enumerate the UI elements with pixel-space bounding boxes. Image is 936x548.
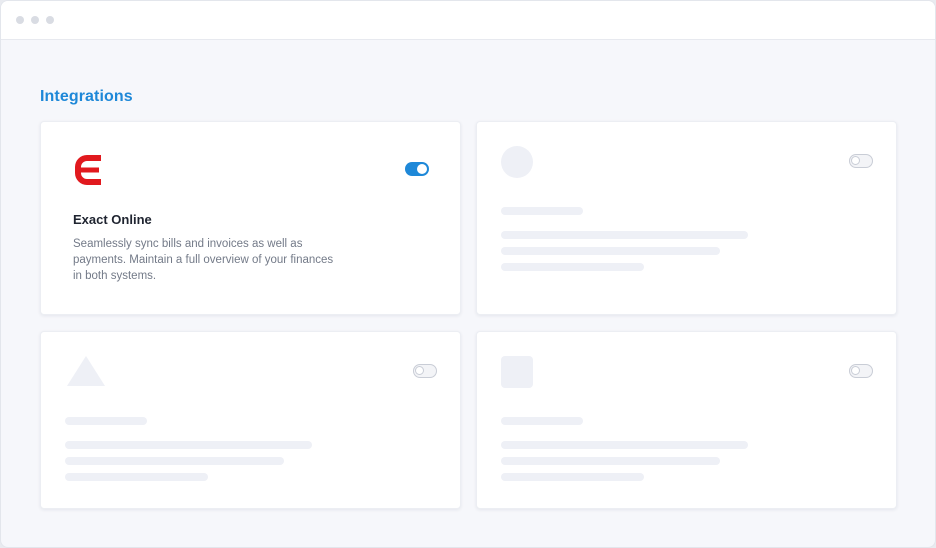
toggle-knob <box>415 366 424 375</box>
toggle-knob <box>851 366 860 375</box>
window-dot-icon <box>46 16 54 24</box>
integration-toggle[interactable] <box>413 364 437 378</box>
window-dot-icon <box>16 16 24 24</box>
skeleton-line <box>501 247 720 255</box>
integration-card-placeholder <box>476 331 897 509</box>
skeleton-line <box>501 457 720 465</box>
skeleton-line <box>65 441 312 449</box>
circle-placeholder-icon <box>501 146 533 178</box>
app-window: Integrations Exact Online Seamlessly syn… <box>0 0 936 548</box>
integration-card-placeholder <box>40 331 461 509</box>
integration-toggle[interactable] <box>849 364 873 378</box>
skeleton-title <box>501 207 583 215</box>
section-title: Integrations <box>40 88 133 105</box>
exact-online-toggle[interactable] <box>405 162 429 176</box>
window-dot-icon <box>31 16 39 24</box>
title-bar <box>1 1 935 40</box>
square-placeholder-icon <box>501 356 533 388</box>
exact-online-logo-icon <box>75 155 101 185</box>
skeleton-line <box>501 473 644 481</box>
skeleton-line <box>501 231 748 239</box>
skeleton-line <box>65 473 208 481</box>
integration-description: Seamlessly sync bills and invoices as we… <box>73 238 334 282</box>
triangle-placeholder-icon <box>67 356 105 386</box>
skeleton-line <box>65 457 284 465</box>
skeleton-line <box>501 263 644 271</box>
integration-card-placeholder <box>476 121 897 315</box>
toggle-knob <box>417 164 427 174</box>
integration-card-exact-online: Exact Online Seamlessly sync bills and i… <box>40 121 461 315</box>
skeleton-title <box>65 417 147 425</box>
toggle-knob <box>851 156 860 165</box>
integration-toggle[interactable] <box>849 154 873 168</box>
skeleton-line <box>501 441 748 449</box>
integration-name: Exact Online <box>73 212 152 227</box>
skeleton-title <box>501 417 583 425</box>
